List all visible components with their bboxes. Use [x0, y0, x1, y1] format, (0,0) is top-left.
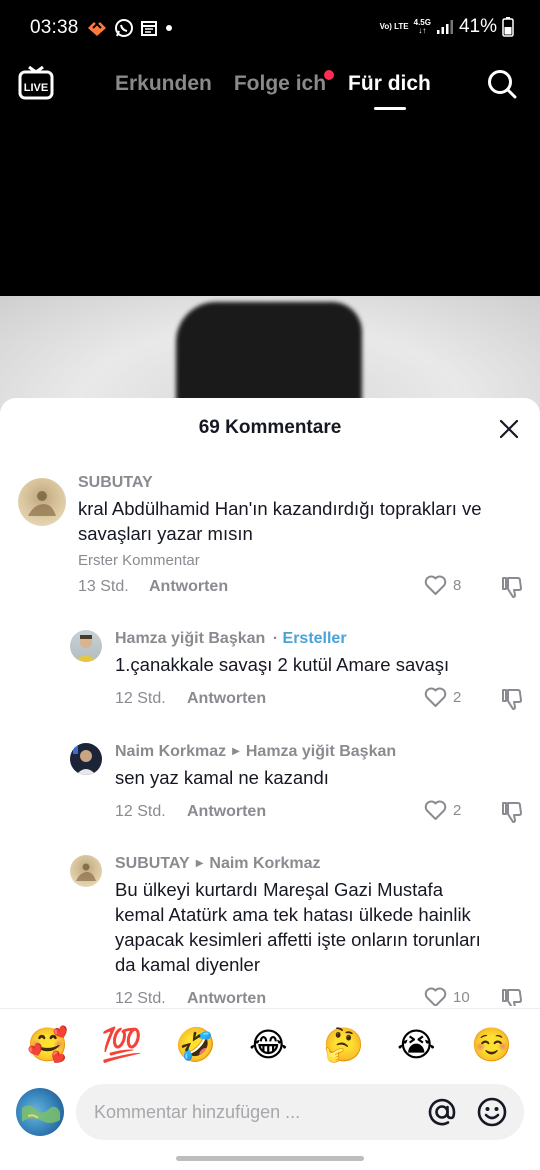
- reply-item: SUBUTAY ▶ Naim Korkmaz Bu ülkeyi kurtardı …: [0, 849, 540, 1006]
- comment-time: 13 Std.: [78, 578, 129, 595]
- avatar[interactable]: [70, 630, 102, 662]
- comment-input-bar: [0, 1080, 540, 1170]
- avatar-map-icon: [22, 1105, 60, 1123]
- more-notifications-dot-icon: [166, 25, 172, 31]
- app-notification-icon: [88, 22, 106, 36]
- reply-item: Hamza yiğit Başkan · Ersteller 1.çanakka…: [0, 624, 540, 724]
- search-icon[interactable]: [486, 68, 518, 100]
- comment-author[interactable]: Naim Korkmaz ▶ Hamza yiğit Başkan: [115, 743, 396, 761]
- avatar[interactable]: [70, 743, 102, 775]
- network-type: Vo) LTE: [379, 22, 409, 31]
- creator-badge: Ersteller: [282, 630, 347, 647]
- my-avatar[interactable]: [16, 1088, 64, 1136]
- feed-tabs: Erkunden Folge ich Für dich: [115, 70, 431, 110]
- like-count: 8: [453, 577, 462, 594]
- reply-button[interactable]: Antworten: [187, 990, 266, 1006]
- dislike-icon[interactable]: [500, 575, 524, 599]
- comment-item: SUBUTAY kral Abdülhamid Han'ın kazandırd…: [0, 468, 540, 608]
- active-tab-indicator: [374, 107, 407, 110]
- reply-button[interactable]: Antworten: [187, 690, 266, 708]
- emoji-crying-icon[interactable]: 😭: [397, 1025, 436, 1065]
- heart-icon: [424, 575, 447, 595]
- like-count: 2: [453, 802, 462, 819]
- tab-folge-ich[interactable]: Folge ich: [233, 70, 335, 96]
- comment-input-container: [76, 1084, 524, 1140]
- like-button[interactable]: 2: [424, 800, 461, 821]
- emoji-thinking-icon[interactable]: 🤔: [323, 1025, 364, 1065]
- network-gen: 4.5G ↓↑: [413, 18, 431, 35]
- comment-author[interactable]: SUBUTAY: [78, 474, 153, 492]
- dislike-icon[interactable]: [500, 687, 524, 711]
- avatar[interactable]: [18, 478, 66, 526]
- mention-at-icon[interactable]: [426, 1096, 458, 1128]
- comment-text: kral Abdülhamid Han'ın kazandırdığı topr…: [78, 498, 482, 544]
- comment-input[interactable]: [94, 1084, 414, 1140]
- emoji-smiling-icon[interactable]: ☺️: [471, 1025, 512, 1065]
- heart-icon: [424, 987, 447, 1006]
- avatar-person-icon: [73, 746, 96, 775]
- calendar-icon: [141, 21, 157, 36]
- like-button[interactable]: 2: [424, 687, 461, 708]
- avatar-horseman-icon: [76, 863, 96, 881]
- notification-dot: [324, 70, 335, 80]
- live-icon[interactable]: LIVE: [18, 66, 54, 100]
- dislike-icon[interactable]: [500, 800, 524, 824]
- avatar-horseman-icon: [28, 491, 56, 516]
- comment-time: 12 Std.: [115, 803, 166, 820]
- tab-label: Für dich: [348, 72, 431, 95]
- first-comment-label: Erster Kommentar: [78, 552, 200, 569]
- comment-text: 1.çanakkale savaşı 2 kutül Amare savaşı: [115, 654, 450, 675]
- signal-icon: [436, 20, 453, 34]
- tab-fur-dich[interactable]: Für dich: [348, 72, 431, 110]
- emoji-quick-bar: 🥰 💯 🤣 😂 🤔 😭 ☺️: [0, 1008, 540, 1080]
- svg-text:LIVE: LIVE: [24, 82, 48, 94]
- battery-percent: 41%: [458, 16, 497, 37]
- comment-author[interactable]: SUBUTAY ▶ Naim Korkmaz: [115, 855, 321, 873]
- reply-to-user[interactable]: Naim Korkmaz: [209, 855, 320, 872]
- whatsapp-icon: [115, 19, 133, 37]
- heart-icon: [424, 800, 447, 820]
- top-navigation: LIVE Erkunden Folge ich Für dich: [0, 58, 540, 118]
- tab-label: Folge ich: [233, 72, 327, 95]
- avatar[interactable]: [70, 855, 102, 887]
- status-bar: 03:38 Vo) LTE 4.5G ↓↑ 41%: [0, 0, 540, 58]
- comment-time: 12 Std.: [115, 990, 166, 1006]
- avatar-person-icon: [75, 635, 97, 662]
- reply-button[interactable]: Antworten: [149, 578, 228, 596]
- comments-sheet: 69 Kommentare SUBUTAY kral Abdülhamid Ha…: [0, 398, 540, 1170]
- like-count: 10: [453, 989, 470, 1006]
- comment-text: Bu ülkeyi kurtardı Mareşal Gazi Mustafa …: [115, 879, 481, 975]
- close-icon[interactable]: [498, 418, 520, 440]
- reply-item: Naim Korkmaz ▶ Hamza yiğit Başkan sen yaz …: [0, 737, 540, 837]
- like-button[interactable]: 10: [424, 987, 470, 1006]
- heart-icon: [424, 687, 447, 707]
- emoji-hundred-icon[interactable]: 💯: [101, 1025, 142, 1065]
- emoji-tears-of-joy-icon[interactable]: 😂: [249, 1025, 288, 1065]
- comments-title: 69 Kommentare: [198, 417, 342, 438]
- comment-list[interactable]: SUBUTAY kral Abdülhamid Han'ın kazandırd…: [0, 468, 540, 1006]
- comment-text: sen yaz kamal ne kazandı: [115, 767, 329, 788]
- status-time: 03:38: [30, 17, 79, 38]
- tab-erkunden[interactable]: Erkunden: [115, 72, 212, 96]
- system-icons: Vo) LTE 4.5G ↓↑ 41%: [380, 16, 514, 38]
- video-player[interactable]: [0, 118, 540, 296]
- like-button[interactable]: 8: [424, 575, 461, 596]
- notification-icons: [86, 18, 174, 38]
- home-indicator[interactable]: [176, 1156, 364, 1161]
- like-count: 2: [453, 689, 462, 706]
- dislike-icon[interactable]: [500, 987, 524, 1006]
- reply-arrow-icon: ▶: [232, 746, 240, 757]
- battery-icon: [502, 17, 514, 37]
- emoji-picker-icon[interactable]: [476, 1096, 508, 1128]
- comment-author[interactable]: Hamza yiğit Başkan · Ersteller: [115, 630, 347, 648]
- reply-button[interactable]: Antworten: [187, 803, 266, 821]
- emoji-smiling-hearts-icon[interactable]: 🥰: [27, 1025, 68, 1065]
- reply-arrow-icon: ▶: [195, 858, 204, 869]
- emoji-rofl-icon[interactable]: 🤣: [175, 1025, 216, 1065]
- reply-to-user[interactable]: Hamza yiğit Başkan: [246, 743, 396, 760]
- comment-time: 12 Std.: [115, 690, 166, 707]
